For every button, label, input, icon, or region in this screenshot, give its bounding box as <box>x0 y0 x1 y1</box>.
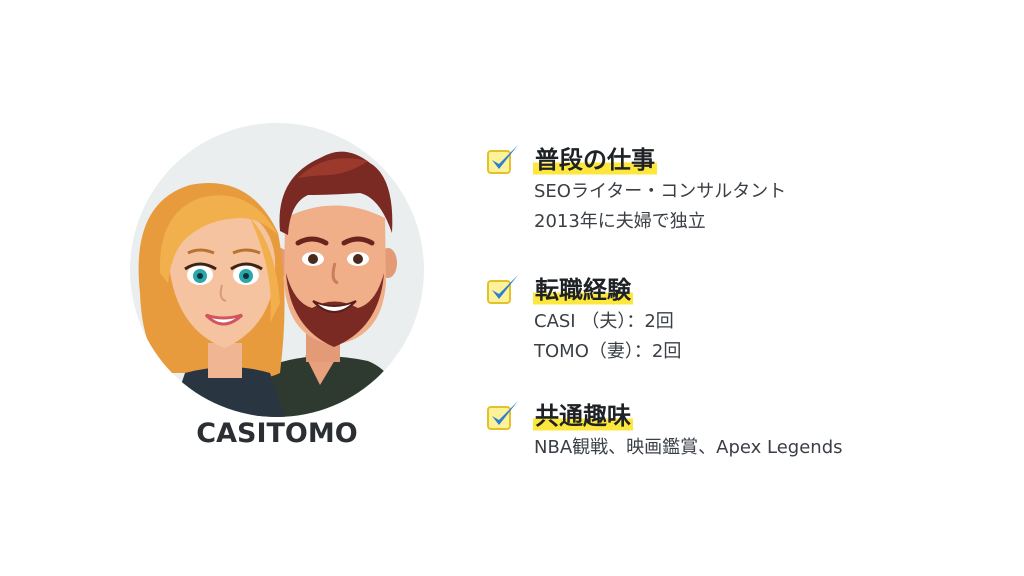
section-title: 共通趣味 <box>533 399 633 433</box>
profile-slide: CASITOMO 普段の仕事 SEOライター・コンサルタント 2013年に夫婦で… <box>0 0 1024 576</box>
couple-avatar-icon <box>130 123 424 417</box>
section-title: 普段の仕事 <box>533 143 657 177</box>
section-header: 転職経験 <box>486 272 681 308</box>
section-career: 転職経験 CASI （夫）：2回 TOMO（妻）：2回 <box>486 272 681 367</box>
checkbox-checked-icon <box>487 275 518 304</box>
profile-name: CASITOMO <box>196 418 358 449</box>
checkbox-checked-icon <box>487 145 518 174</box>
section-header: 共通趣味 <box>486 398 843 434</box>
section-work: 普段の仕事 SEOライター・コンサルタント 2013年に夫婦で独立 <box>486 142 786 237</box>
section-line: 2013年に夫婦で独立 <box>534 211 706 232</box>
section-lines: CASI （夫）：2回 TOMO（妻）：2回 <box>534 307 681 367</box>
section-lines: SEOライター・コンサルタント 2013年に夫婦で独立 <box>534 177 786 237</box>
section-line: CASI （夫）：2回 <box>534 311 674 332</box>
section-line: SEOライター・コンサルタント <box>534 181 787 202</box>
checkbox-checked-icon <box>487 401 518 430</box>
section-header: 普段の仕事 <box>486 142 786 178</box>
section-line: NBA観戦、映画鑑賞、Apex Legends <box>534 437 843 458</box>
section-lines: NBA観戦、映画鑑賞、Apex Legends <box>534 433 843 463</box>
section-hobbies: 共通趣味 NBA観戦、映画鑑賞、Apex Legends <box>486 398 843 463</box>
section-line: TOMO（妻）：2回 <box>534 341 682 362</box>
section-title: 転職経験 <box>533 273 633 307</box>
